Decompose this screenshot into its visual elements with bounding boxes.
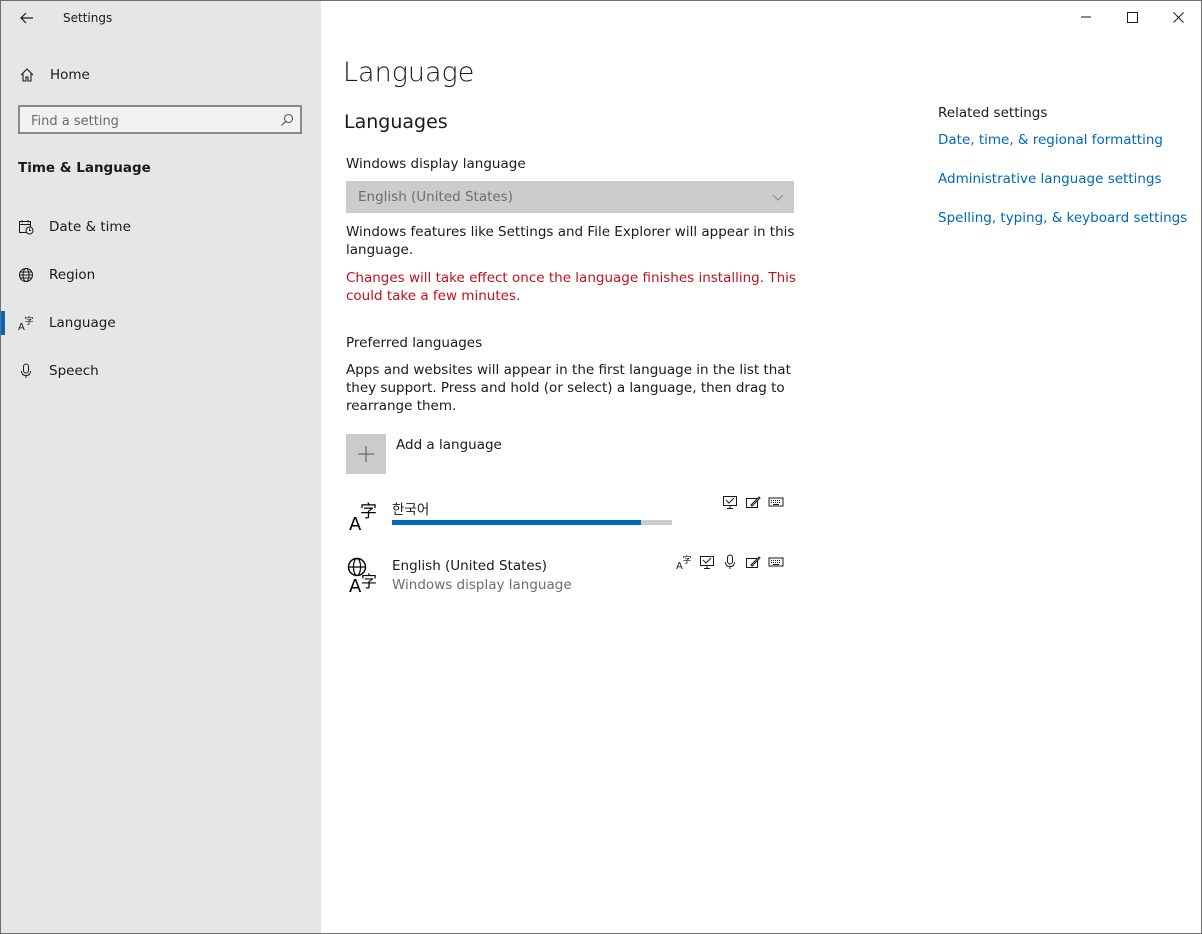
display-language-note: Windows features like Settings and File … xyxy=(346,224,795,258)
chevron-down-icon xyxy=(772,194,784,201)
close-button[interactable] xyxy=(1155,1,1201,33)
settings-window: Settings Home Time & Language Date & tim… xyxy=(0,0,1202,934)
related-settings-title: Related settings xyxy=(938,105,1048,121)
sidebar-item-date-time[interactable]: Date & time xyxy=(1,209,321,245)
languages-heading: Languages xyxy=(344,111,448,133)
sidebar-item-label: Language xyxy=(49,315,116,331)
microphone-icon xyxy=(21,363,31,378)
sidebar-item-region[interactable]: Region xyxy=(1,257,321,293)
plus-icon xyxy=(358,446,374,462)
install-warning: Changes will take effect once the langua… xyxy=(346,270,796,304)
search-icon[interactable] xyxy=(280,113,294,127)
nav-home-label: Home xyxy=(50,67,90,83)
handwriting-icon xyxy=(746,496,761,508)
preferred-languages-label: Preferred languages xyxy=(346,335,483,351)
keyboard-icon xyxy=(768,497,784,507)
install-progress-bar xyxy=(392,520,672,525)
maximize-button[interactable] xyxy=(1109,1,1155,33)
page-title: Language xyxy=(343,57,475,88)
svg-text:字: 字 xyxy=(360,502,377,522)
svg-text:字: 字 xyxy=(25,315,34,327)
search-input[interactable] xyxy=(29,111,273,131)
back-button[interactable] xyxy=(13,7,41,29)
sidebar-item-speech[interactable]: Speech xyxy=(1,353,321,389)
globe-icon xyxy=(19,268,33,282)
speech-icon xyxy=(725,554,735,569)
language-name: English (United States) xyxy=(392,558,547,574)
add-language-tile xyxy=(346,434,386,474)
svg-text:字: 字 xyxy=(683,554,692,566)
display-language-value: English (United States) xyxy=(358,189,513,205)
display-language-globe-icon: A 字 xyxy=(347,557,377,592)
link-spelling-typing-keyboard[interactable]: Spelling, typing, & keyboard settings xyxy=(938,210,1187,226)
minimize-button[interactable] xyxy=(1063,1,1109,33)
clock-calendar-icon xyxy=(19,220,34,235)
minimize-icon xyxy=(1081,16,1091,18)
keyboard-icon xyxy=(768,557,784,567)
nav-home[interactable]: Home xyxy=(1,59,321,91)
sidebar-item-label: Date & time xyxy=(49,219,131,235)
link-regional-formatting[interactable]: Date, time, & regional formatting xyxy=(938,132,1163,148)
language-icon: A 字 xyxy=(18,315,34,331)
language-item-korean[interactable]: A 字 한국어 xyxy=(346,494,796,544)
maximize-icon xyxy=(1126,11,1138,23)
search-box xyxy=(18,105,302,134)
svg-text:字: 字 xyxy=(361,572,377,591)
display-language-label: Windows display language xyxy=(346,156,526,172)
add-language-button[interactable]: Add a language xyxy=(346,434,646,474)
sidebar-item-label: Region xyxy=(49,267,96,283)
language-name: 한국어 xyxy=(392,502,430,518)
language-subtitle: Windows display language xyxy=(392,577,572,593)
preferred-languages-note: Apps and websites will appear in the fir… xyxy=(346,362,791,414)
handwriting-icon xyxy=(746,556,761,568)
app-title: Settings xyxy=(63,11,113,25)
install-progress-fill xyxy=(392,520,642,525)
sidebar: Settings Home Time & Language Date & tim… xyxy=(1,1,321,933)
home-icon xyxy=(20,68,34,82)
section-title: Time & Language xyxy=(18,160,151,176)
language-pack-icon: A 字 xyxy=(349,502,377,532)
close-icon xyxy=(1172,11,1184,23)
display-language-dropdown[interactable]: English (United States) xyxy=(346,181,794,213)
language-pack-icon: A 字 xyxy=(676,554,692,570)
add-language-label: Add a language xyxy=(396,437,502,453)
sidebar-item-language[interactable]: A 字 Language xyxy=(1,305,321,341)
display-language-icon xyxy=(723,496,737,509)
link-administrative-language[interactable]: Administrative language settings xyxy=(938,171,1162,187)
back-arrow-icon xyxy=(20,12,33,24)
display-language-icon xyxy=(700,556,714,569)
language-item-english[interactable]: A 字 English (United States) Windows disp… xyxy=(346,554,796,604)
sidebar-item-label: Speech xyxy=(49,363,99,379)
active-indicator xyxy=(1,311,5,335)
